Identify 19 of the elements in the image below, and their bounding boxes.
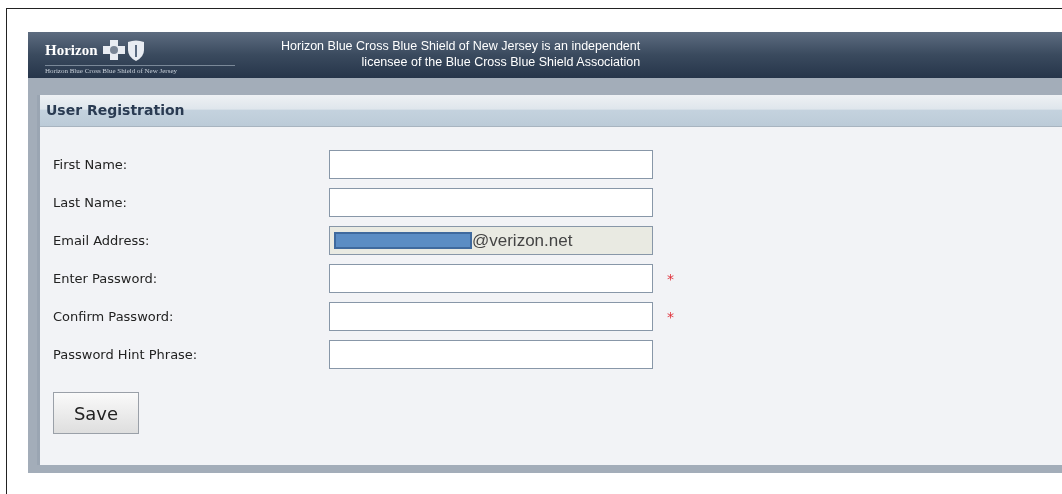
field-label: First Name: [53,157,129,172]
input-field[interactable] [329,264,653,293]
notice-text: licensee of the Blue Cross Blue Shield Association [360,54,641,70]
cross-icon [103,40,125,60]
panel-title: User Registration [40,95,1062,127]
input-field[interactable] [329,302,653,331]
shield-icon [127,39,145,61]
input-field[interactable] [329,188,653,217]
field-label: Enter Password: [53,271,159,286]
save-button[interactable]: Save [53,392,139,434]
field-label: Last Name: [53,195,128,210]
input-field[interactable] [329,340,653,369]
input-field[interactable] [329,150,653,179]
required-mark: * [667,308,674,325]
required-mark: * [667,270,674,287]
field-label: Email Address: [53,233,151,248]
field-label: Confirm Password: [53,309,175,324]
field-label: Password Hint Phrase: [53,347,199,362]
notice-text: Horizon Blue Cross Blue Shield of New Jersey is an independent [281,38,641,54]
